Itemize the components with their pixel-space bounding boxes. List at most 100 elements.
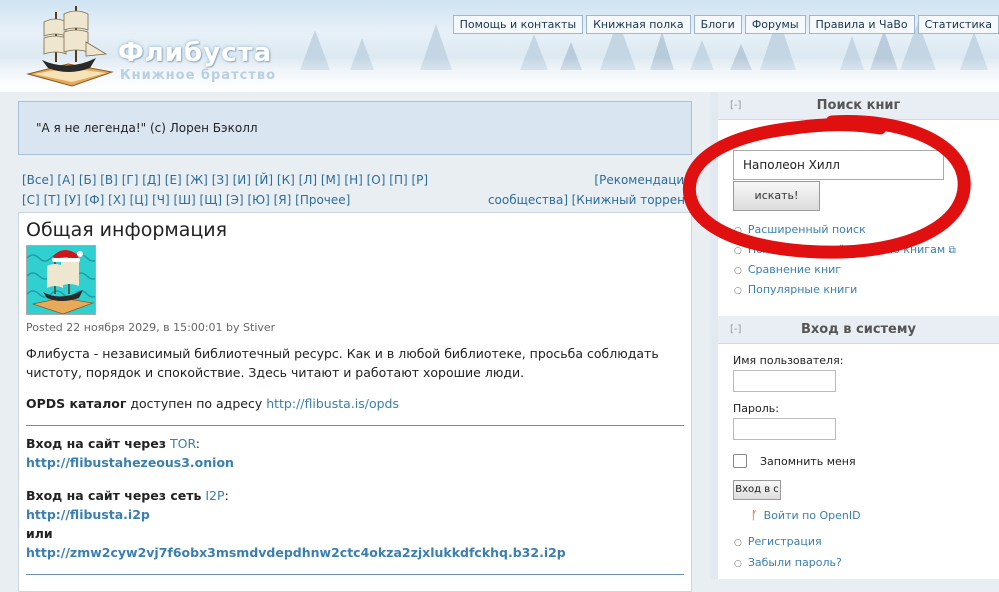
alphabet-link[interactable]: [Н] bbox=[344, 173, 362, 187]
node-title[interactable]: Общая информация bbox=[26, 219, 684, 241]
alphabet-row: [Все] [А] [Б] [В] [Г] [Д] [Е] [Ж] [З] [И… bbox=[22, 170, 692, 190]
login-block-title: [-] Вход в систему bbox=[718, 316, 999, 344]
i2p-url-link[interactable]: http://flibusta.i2p bbox=[26, 507, 150, 522]
forgot-password-link[interactable]: Забыли пароль? bbox=[734, 552, 999, 573]
alphabet-link[interactable]: [З] bbox=[212, 173, 229, 187]
alphabet-link[interactable]: [Д] bbox=[142, 173, 161, 187]
tor-section: Вход на сайт через TOR: http://flibustah… bbox=[26, 436, 234, 470]
alphabet-link[interactable]: [В] bbox=[100, 173, 118, 187]
alphabet-link[interactable]: [Б] bbox=[79, 173, 97, 187]
openid-login-link[interactable]: ᚪ Войти по OpenID bbox=[751, 509, 999, 522]
collapse-toggle[interactable]: [-] bbox=[730, 316, 741, 344]
popular-books-link[interactable]: Популярные книги bbox=[734, 280, 956, 300]
alphabet-link[interactable]: [Т] bbox=[44, 193, 61, 207]
alphabet-link[interactable]: [Х] bbox=[108, 193, 126, 207]
alphabet-link[interactable]: [Е] bbox=[165, 173, 182, 187]
alphabet-link[interactable]: [Л] bbox=[299, 173, 317, 187]
i2p-section: Вход на сайт через сеть I2P: http://flib… bbox=[26, 488, 566, 560]
password-label: Пароль: bbox=[733, 402, 779, 415]
alphabet-link[interactable]: [И] bbox=[233, 173, 251, 187]
collapse-toggle[interactable]: [-] bbox=[730, 92, 741, 120]
alphabet-link[interactable]: [К] bbox=[277, 173, 295, 187]
alphabet-link[interactable]: [Ц] bbox=[130, 193, 149, 207]
alphabet-link[interactable]: [Э] bbox=[226, 193, 244, 207]
nav-bookshelf[interactable]: Книжная полка bbox=[586, 15, 691, 34]
search-button[interactable]: искать! bbox=[733, 181, 820, 211]
alphabet-link[interactable]: [Ш] bbox=[174, 193, 196, 207]
opds-label: OPDS каталог bbox=[26, 396, 127, 411]
submitted-info: Posted 22 ноября 2029, в 15:00:01 by Sti… bbox=[26, 321, 276, 334]
alphabet-link[interactable]: [Ю] bbox=[247, 193, 269, 207]
alphabet-link[interactable]: [Р] bbox=[411, 173, 428, 187]
remember-me-checkbox[interactable] bbox=[733, 454, 747, 468]
mission-quote: "А я не легенда!" (с) Лорен Бэколл bbox=[36, 121, 258, 135]
alphabet-link[interactable]: [С] bbox=[22, 193, 40, 207]
search-block-heading: Поиск книг bbox=[816, 98, 901, 113]
site-name[interactable]: Флибуста bbox=[118, 38, 272, 68]
site-header: Флибуста Книжное братство Помощь и конта… bbox=[0, 0, 999, 92]
openid-icon: ᚪ bbox=[751, 509, 758, 522]
fulltext-search-link[interactable]: Полнотекстовый поиск по книгам ⧉ bbox=[734, 240, 956, 260]
news-node: Общая информация Posted 22 ноября 2029, … bbox=[18, 212, 692, 592]
alphabet-link[interactable]: [У] bbox=[64, 193, 81, 207]
tor-link[interactable]: TOR bbox=[170, 436, 196, 451]
main-content: "А я не легенда!" (с) Лорен Бэколл [Все]… bbox=[18, 101, 692, 592]
alphabet-link[interactable]: [Й] bbox=[255, 173, 273, 187]
alphabet-link[interactable]: [О] bbox=[367, 173, 386, 187]
login-button[interactable]: Вход в с bbox=[733, 480, 781, 500]
username-field[interactable] bbox=[733, 370, 836, 392]
opds-text: доступен по адресу bbox=[130, 396, 263, 411]
alphabet-nav: [Все] [А] [Б] [В] [Г] [Д] [Е] [Ж] [З] [И… bbox=[22, 170, 692, 210]
alphabet-link[interactable]: [П] bbox=[389, 173, 407, 187]
nav-help-contacts[interactable]: Помощь и контакты bbox=[452, 15, 584, 34]
or-text: или bbox=[26, 526, 53, 541]
i2p-b32-link[interactable]: http://zmw2cyw2vj7f6obx3msmdvdepdhnw2ctc… bbox=[26, 545, 566, 560]
search-block-title: [-] Поиск книг bbox=[718, 92, 999, 120]
username-label: Имя пользователя: bbox=[733, 354, 844, 367]
alphabet-link[interactable]: [Щ] bbox=[200, 193, 223, 207]
nav-forums[interactable]: Форумы bbox=[744, 15, 806, 34]
alphabet-link[interactable]: [Ч] bbox=[152, 193, 170, 207]
ship-santa-hat-icon bbox=[27, 246, 95, 314]
alphabet-row: [С] [Т] [У] [Ф] [Х] [Ц] [Ч] [Ш] [Щ] [Э] … bbox=[22, 190, 692, 210]
alphabet-link[interactable]: [Г] bbox=[122, 173, 139, 187]
ship-logo-icon[interactable] bbox=[20, 2, 116, 90]
site-slogan: Книжное братство bbox=[120, 68, 276, 83]
tor-label: Вход на сайт через bbox=[26, 436, 166, 451]
remember-me-row: Запомнить меня bbox=[733, 454, 999, 468]
community-link[interactable]: сообщества] bbox=[488, 190, 568, 210]
divider bbox=[26, 425, 684, 426]
recommendations-link[interactable]: [Рекомендации bbox=[594, 170, 692, 190]
nav-blogs[interactable]: Блоги bbox=[693, 15, 742, 34]
alphabet-link[interactable]: [М] bbox=[321, 173, 341, 187]
mission-banner: "А я не легенда!" (с) Лорен Бэколл bbox=[18, 101, 692, 155]
alphabet-link[interactable]: [Все] bbox=[22, 173, 54, 187]
tor-onion-link[interactable]: http://flibustahezeous3.onion bbox=[26, 455, 234, 470]
book-torrent-link[interactable]: [Книжный торрент bbox=[572, 190, 692, 210]
login-block: [-] Вход в систему Имя пользователя: Пар… bbox=[718, 316, 999, 573]
login-block-heading: Вход в систему bbox=[801, 322, 916, 337]
i2p-label: Вход на сайт через сеть bbox=[26, 488, 202, 503]
password-field[interactable] bbox=[733, 418, 836, 440]
opds-line: OPDS каталог доступен по адресу http://f… bbox=[26, 394, 684, 413]
login-links-list: Регистрация Забыли пароль? bbox=[734, 531, 999, 573]
alphabet-link[interactable]: [Ж] bbox=[186, 173, 208, 187]
alphabet-link[interactable]: [Ф] bbox=[85, 193, 105, 207]
external-link-icon: ⧉ bbox=[948, 245, 956, 256]
register-link[interactable]: Регистрация bbox=[734, 531, 999, 552]
alphabet-link[interactable]: [Прочее] bbox=[295, 193, 350, 207]
divider bbox=[26, 574, 684, 575]
compare-books-link[interactable]: Сравнение книг bbox=[734, 260, 956, 280]
i2p-link[interactable]: I2P bbox=[205, 488, 224, 503]
nav-statistics[interactable]: Статистика bbox=[917, 15, 999, 34]
user-avatar bbox=[26, 245, 96, 315]
intro-text: Флибуста - независимый библиотечный ресу… bbox=[26, 346, 659, 380]
advanced-search-link[interactable]: Расширенный поиск bbox=[734, 220, 956, 240]
search-links-list: Расширенный поиск Полнотекстовый поиск п… bbox=[734, 220, 956, 300]
alphabet-link[interactable]: [А] bbox=[57, 173, 75, 187]
alphabet-link[interactable]: [Я] bbox=[274, 193, 292, 207]
opds-link[interactable]: http://flibusta.is/opds bbox=[266, 396, 399, 411]
right-sidebar: [-] Поиск книг искать! Расширенный поиск… bbox=[710, 92, 999, 579]
search-input[interactable] bbox=[733, 150, 944, 180]
nav-rules-faq[interactable]: Правила и ЧаВо bbox=[808, 15, 915, 34]
